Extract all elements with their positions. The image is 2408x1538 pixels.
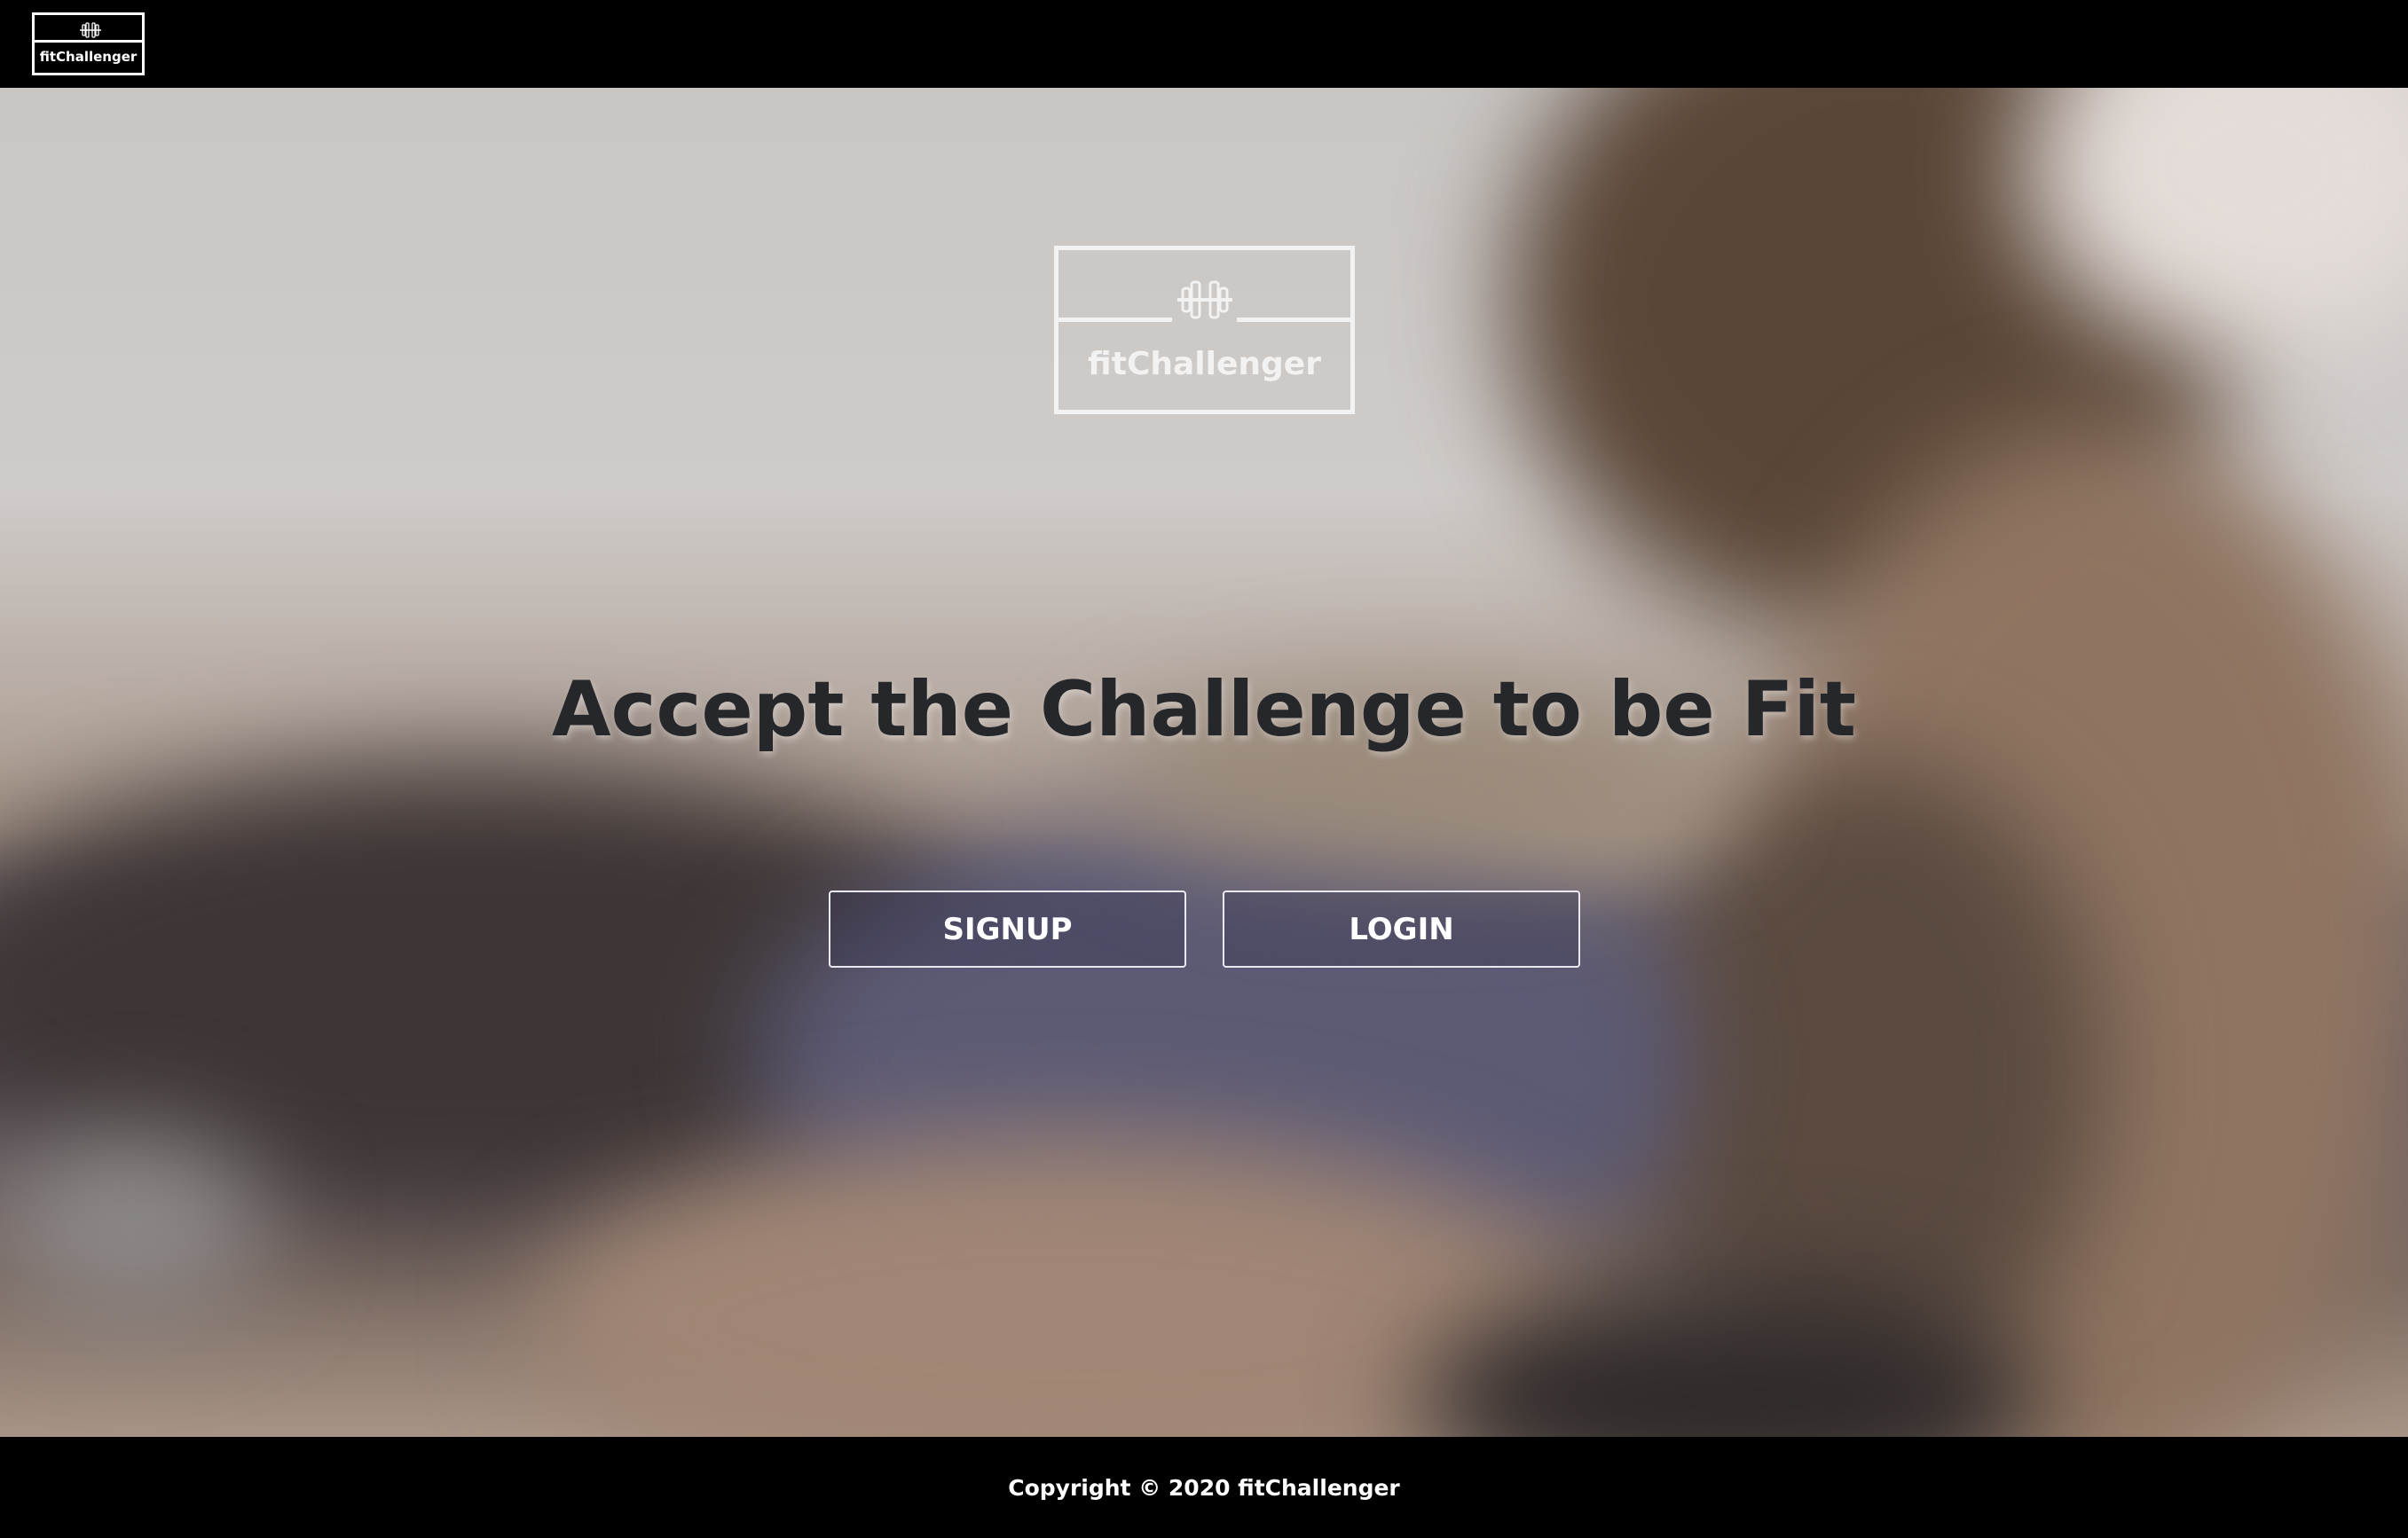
hero-headline: Accept the Challenge to be Fit bbox=[551, 665, 1857, 754]
navbar-brand-logo[interactable]: fitChallenger bbox=[32, 12, 145, 75]
navbar-brand-name: fitChallenger bbox=[39, 49, 138, 65]
top-navbar: fitChallenger bbox=[0, 0, 2408, 88]
logo-divider bbox=[35, 40, 142, 43]
dumbbell-icon bbox=[1176, 277, 1234, 323]
footer-copyright: Copyright © 2020 fitChallenger bbox=[1008, 1474, 1400, 1501]
signup-button[interactable]: SIGNUP bbox=[829, 891, 1186, 968]
dumbbell-icon bbox=[79, 20, 102, 40]
hero-brand-logo: fitChallenger bbox=[1054, 246, 1355, 414]
background-blur bbox=[0, 1134, 266, 1312]
hero-brand-name: fitChallenger bbox=[1088, 346, 1321, 382]
footer: Copyright © 2020 fitChallenger bbox=[0, 1437, 2408, 1538]
login-button[interactable]: LOGIN bbox=[1223, 891, 1580, 968]
logo-divider-left bbox=[1058, 318, 1172, 322]
logo-divider-right bbox=[1237, 318, 1350, 322]
